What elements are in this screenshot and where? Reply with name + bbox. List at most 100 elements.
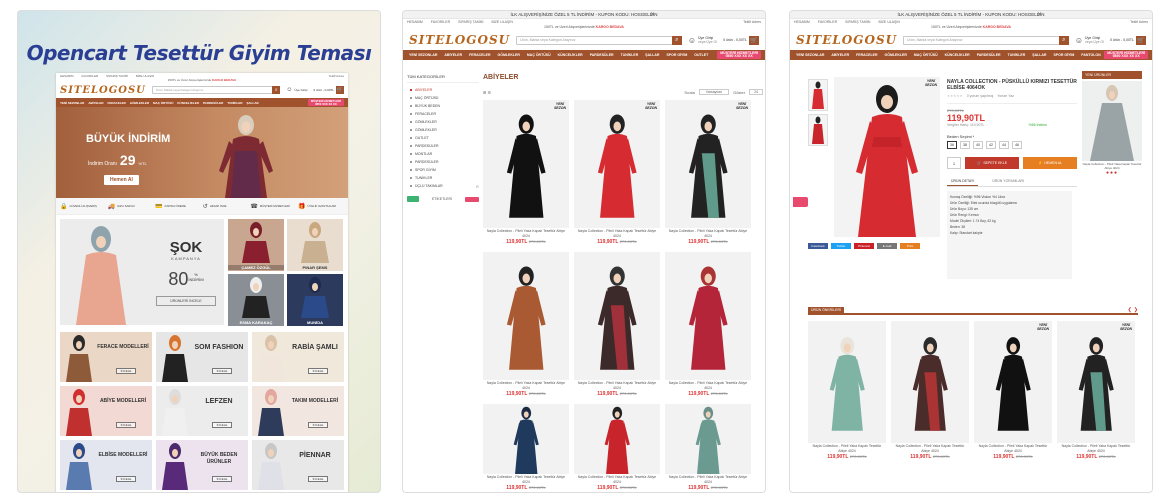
product-card[interactable]: YENİ SEZON Nayla Collection - Pileli Yaka … bbox=[483, 100, 569, 245]
small-tile[interactable]: ESMA KARAKAÇ bbox=[228, 274, 284, 326]
product-card[interactable]: YENİ SEZON Nayla Collection - Pileli Yaka … bbox=[574, 100, 660, 245]
nav-link[interactable]: FAVORİLER bbox=[82, 74, 99, 78]
menu-item[interactable]: YENİ SEZONLAR bbox=[796, 53, 824, 57]
size-option[interactable]: 36 bbox=[947, 141, 957, 149]
product-image[interactable] bbox=[483, 252, 569, 380]
grid-toggle[interactable]: ⊞ ☰ bbox=[483, 90, 491, 95]
campaign-banner[interactable]: ŞOK KAMPANYA 80 % İNDİRİM ÜRÜNLERİ İNCELE bbox=[60, 219, 224, 325]
side-product[interactable] bbox=[1082, 81, 1142, 161]
nav-link[interactable]: HESABIM bbox=[60, 74, 74, 78]
site-logo[interactable]: SITELOGOSU bbox=[796, 33, 897, 47]
menu-item[interactable]: TUNİKLER bbox=[1008, 53, 1026, 57]
share-button[interactable]: Pinterest bbox=[854, 243, 874, 249]
size-option[interactable]: 38 bbox=[960, 141, 970, 149]
menu-item[interactable]: OUTLET bbox=[694, 53, 708, 57]
menu-item[interactable]: FERACELER bbox=[469, 53, 490, 57]
show-select[interactable]: 24 bbox=[749, 89, 763, 95]
product-name[interactable]: Nayla Collection - Pileli Yaka Kapalı Te… bbox=[665, 228, 751, 239]
category-button[interactable]: İNCELE bbox=[116, 476, 136, 482]
tab-reviews[interactable]: ÜRÜN YORUMLARI bbox=[988, 177, 1028, 186]
small-tile[interactable]: ÇAMEZ ÖZGÜL bbox=[228, 219, 284, 271]
qty-stepper[interactable]: 1 bbox=[947, 157, 961, 169]
category-button[interactable]: İNCELE bbox=[116, 368, 136, 374]
product-name[interactable]: Nayla Collection - Pileli Yaka Kapalı Te… bbox=[574, 380, 660, 391]
hero-banner[interactable]: BÜYÜK İNDİRİM İndirim Oranı 29 %TL Hemen A… bbox=[56, 107, 348, 198]
menu-item[interactable]: GÖMLEKLER bbox=[885, 53, 907, 57]
product-image[interactable] bbox=[574, 404, 660, 474]
cart-button[interactable]: 0 ürün - 0,00TL 🛒 bbox=[313, 86, 344, 94]
menu-item[interactable]: SPOR GİYİM bbox=[666, 53, 687, 57]
site-logo[interactable]: SITELOGOSU bbox=[60, 85, 146, 96]
category-tile[interactable]: FERACE MODELLERİ İNCELE bbox=[60, 332, 152, 382]
category-button[interactable]: İNCELE bbox=[212, 422, 232, 428]
product-thumb[interactable] bbox=[808, 79, 828, 111]
category-tile[interactable]: SOM FASHION İNCELE bbox=[156, 332, 248, 382]
product-thumb[interactable] bbox=[808, 114, 828, 146]
sidebar-item[interactable]: FERACELER bbox=[407, 110, 479, 118]
close-icon[interactable]: ✕ bbox=[650, 11, 655, 18]
category-tile[interactable]: PİENNAR İNCELE bbox=[252, 440, 344, 490]
product-card[interactable]: Nayla Collection - Pileli Yaka Kapalı Te… bbox=[891, 321, 969, 460]
menu-item[interactable]: PARDESÜLER bbox=[590, 53, 614, 57]
sort-select[interactable]: Varsayılan bbox=[698, 89, 730, 95]
search-icon[interactable]: ⌕ bbox=[1058, 35, 1069, 45]
product-image[interactable]: YENİ SEZON bbox=[974, 321, 1052, 443]
search-icon[interactable]: ⌕ bbox=[671, 35, 682, 45]
menu-item[interactable]: MAÇ ÖRTÜSÜ bbox=[527, 53, 551, 57]
menu-item[interactable]: MAÇ ÖRTÜSÜ bbox=[153, 101, 173, 105]
nav-right[interactable]: Teklif Adres bbox=[743, 20, 761, 24]
nav-link[interactable]: SİPARİŞ TAKİBİ bbox=[106, 74, 128, 78]
nav-link[interactable]: FAVORİLER bbox=[431, 20, 450, 24]
menu-item[interactable]: GÖMLEKLER bbox=[130, 101, 149, 105]
side-product-name[interactable]: Nayla Collection - Pileli Yaka Kapalı Te… bbox=[1082, 162, 1142, 170]
product-name[interactable]: Nayla Collection - Pileli Yaka Kapalı Te… bbox=[483, 474, 569, 485]
category-tile[interactable]: LEFZEN İNCELE bbox=[156, 386, 248, 436]
product-name[interactable]: Nayla Collection - Pileli Yaka Kapalı Te… bbox=[574, 228, 660, 239]
menu-item[interactable]: FERACELER bbox=[856, 53, 877, 57]
sidebar-item[interactable]: MONTLAR bbox=[407, 150, 479, 158]
category-button[interactable]: İNCELE bbox=[308, 368, 328, 374]
site-logo[interactable]: SITELOGOSU bbox=[409, 33, 510, 47]
category-tile[interactable]: ELBİSE MODELLERİ İNCELE bbox=[60, 440, 152, 490]
size-option[interactable]: 42 bbox=[986, 141, 996, 149]
product-name[interactable]: Nayla Collection - Pileli Yaka Kapalı Te… bbox=[808, 443, 886, 454]
menu-item[interactable]: SPOR GİYİM bbox=[1053, 53, 1074, 57]
campaign-button[interactable]: ÜRÜNLERİ İNCELE bbox=[156, 296, 216, 306]
product-image[interactable] bbox=[665, 404, 751, 474]
nav-link[interactable]: SİPARİŞ TAKİBİ bbox=[845, 20, 870, 24]
menu-item[interactable]: ABİYELER bbox=[444, 53, 462, 57]
category-button[interactable]: İNCELE bbox=[308, 476, 328, 482]
write-review-link[interactable]: Yorum Yaz bbox=[997, 94, 1014, 98]
sidebar-item[interactable]: GÖMLEKLER bbox=[407, 126, 479, 134]
nav-link[interactable]: SİPARİŞ TAKİBİ bbox=[458, 20, 483, 24]
sidebar-item[interactable]: BÜYÜK BEDEN bbox=[407, 102, 479, 110]
nav-right[interactable]: Teklif Adres bbox=[1130, 20, 1148, 24]
menu-item[interactable]: YENİ SEZONLAR bbox=[60, 101, 84, 105]
size-option[interactable]: 40 bbox=[973, 141, 983, 149]
product-name[interactable]: Nayla Collection - Pileli Yaka Kapalı Te… bbox=[665, 380, 751, 391]
share-button[interactable]: Twitter bbox=[831, 243, 851, 249]
product-card[interactable]: Nayla Collection - Pileli Yaka Kapalı Te… bbox=[665, 252, 751, 397]
account-link[interactable]: ☺ Üye Girişi veya Üye Ol bbox=[1075, 36, 1104, 45]
nav-link[interactable]: HESABIM bbox=[407, 20, 423, 24]
category-button[interactable]: İNCELE bbox=[116, 422, 136, 428]
category-tile[interactable]: TAKIM MODELLERİ İNCELE bbox=[252, 386, 344, 436]
sidebar-item[interactable]: PARDESÜLER bbox=[407, 158, 479, 166]
product-image[interactable] bbox=[808, 321, 886, 443]
menu-item[interactable]: ŞALLAR bbox=[645, 53, 659, 57]
menu-item[interactable]: PARDESÜLER bbox=[977, 53, 1001, 57]
nav-link[interactable]: BİZE ULAŞIN bbox=[491, 20, 512, 24]
sidebar-item[interactable]: PARDESÜLER bbox=[407, 142, 479, 150]
toggle-icon[interactable]: ⊖ bbox=[476, 184, 479, 189]
sidebar-item[interactable]: MAÇ ÖRTÜSÜ bbox=[407, 94, 479, 102]
category-button[interactable]: İNCELE bbox=[212, 476, 232, 482]
product-card[interactable]: Nayla Collection - Pileli Yaka Kapalı Te… bbox=[665, 404, 751, 491]
product-name[interactable]: Nayla Collection - Pileli Yaka Kapalı Te… bbox=[483, 380, 569, 391]
nav-link[interactable]: BİZE ULAŞIN bbox=[136, 74, 154, 78]
call-button[interactable]: MÜŞTERİ HİZMETLERİ 0850 XXX XX XX bbox=[717, 51, 761, 59]
menu-item[interactable]: PANTOLON bbox=[1081, 53, 1100, 57]
small-tile[interactable]: MUNİDA bbox=[287, 274, 343, 326]
nav-link[interactable]: FAVORİLER bbox=[818, 20, 837, 24]
sidebar-item[interactable]: TUNİKLER bbox=[407, 174, 479, 182]
product-image[interactable]: YENİ SEZON bbox=[483, 100, 569, 228]
